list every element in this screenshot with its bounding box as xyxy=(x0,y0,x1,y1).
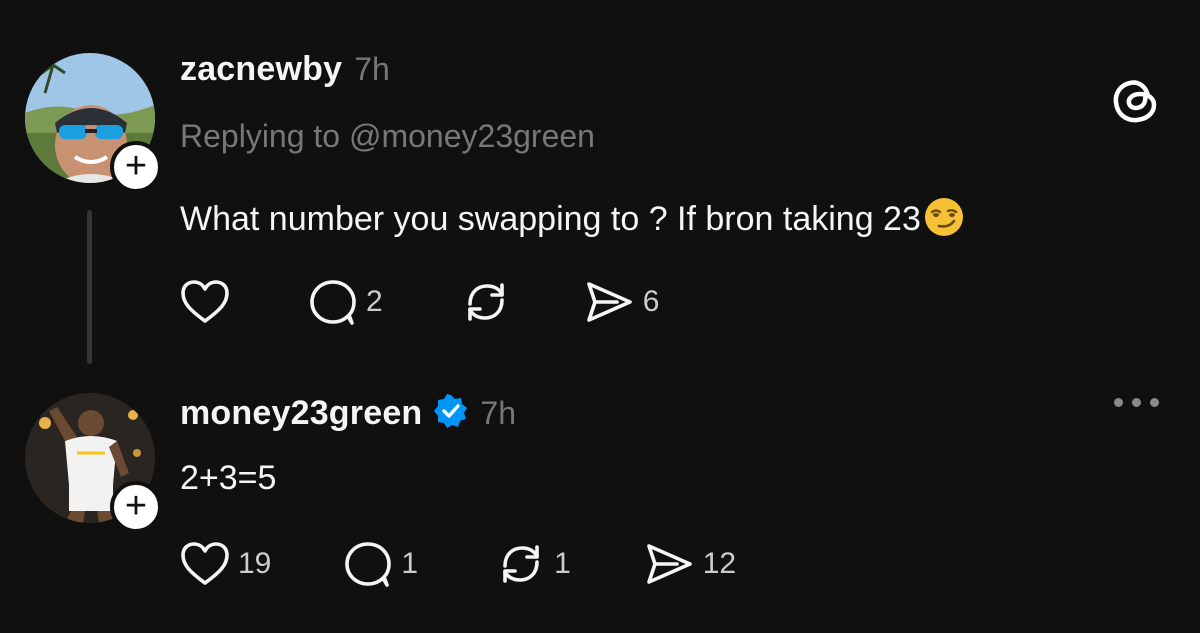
more-dot xyxy=(1114,398,1123,407)
more-options-button[interactable] xyxy=(1114,398,1159,407)
replying-handle[interactable]: @money23green xyxy=(349,118,595,154)
share-button[interactable]: 12 xyxy=(643,541,736,587)
repost-button[interactable]: 1 xyxy=(496,540,571,588)
heart-icon xyxy=(181,280,229,323)
comment-bubble-icon xyxy=(310,280,356,325)
post-time: 7h xyxy=(480,395,516,431)
smirking-face-emoji xyxy=(924,198,963,236)
plus-icon: + xyxy=(124,484,148,527)
comment-count: 1 xyxy=(401,547,419,580)
action-bar: 2 6 xyxy=(180,278,659,326)
follow-button-zacnewby[interactable]: + xyxy=(110,141,162,193)
like-button[interactable]: 19 xyxy=(180,541,271,587)
username[interactable]: money23green xyxy=(180,394,422,433)
share-button[interactable]: 6 xyxy=(583,279,660,325)
repost-count: 1 xyxy=(554,547,571,580)
replying-prefix: Replying to xyxy=(180,118,349,154)
plus-icon: + xyxy=(124,144,148,187)
like-count: 19 xyxy=(238,547,272,580)
repost-icon xyxy=(503,545,539,583)
comment-button[interactable]: 1 xyxy=(343,540,418,588)
repost-button[interactable] xyxy=(461,278,511,326)
replying-to: Replying to @money23green xyxy=(180,118,595,155)
comment-count: 2 xyxy=(366,285,383,318)
threads-logo-icon[interactable] xyxy=(1110,74,1162,126)
post-text: What number you swapping to ? If bron ta… xyxy=(180,196,965,239)
share-count: 12 xyxy=(702,547,737,580)
comment-button[interactable]: 2 xyxy=(308,278,383,326)
heart-icon xyxy=(181,542,229,585)
follow-button-money23green[interactable]: + xyxy=(110,481,162,533)
like-button[interactable] xyxy=(180,279,230,325)
post-text-content: What number you swapping to ? If bron ta… xyxy=(180,200,921,238)
share-count: 6 xyxy=(642,285,660,318)
more-dot xyxy=(1132,398,1141,407)
username[interactable]: zacnewby xyxy=(180,50,342,89)
repost-icon xyxy=(467,283,504,321)
comment-bubble-icon xyxy=(345,542,392,587)
action-bar: 19 1 1 12 xyxy=(180,540,736,588)
send-icon xyxy=(586,282,632,322)
post-header: zacnewby 7h xyxy=(180,50,390,89)
post-time: 7h xyxy=(354,51,390,87)
threads-screen: + zacnewby 7h Replying to @money23green … xyxy=(0,0,1200,633)
send-icon xyxy=(646,544,692,584)
thread-connector-line xyxy=(87,210,92,364)
verified-badge-icon xyxy=(434,394,468,428)
post-text: 2+3=5 xyxy=(180,459,277,497)
post-header: money23green 7h xyxy=(180,390,516,433)
more-dot xyxy=(1150,398,1159,407)
